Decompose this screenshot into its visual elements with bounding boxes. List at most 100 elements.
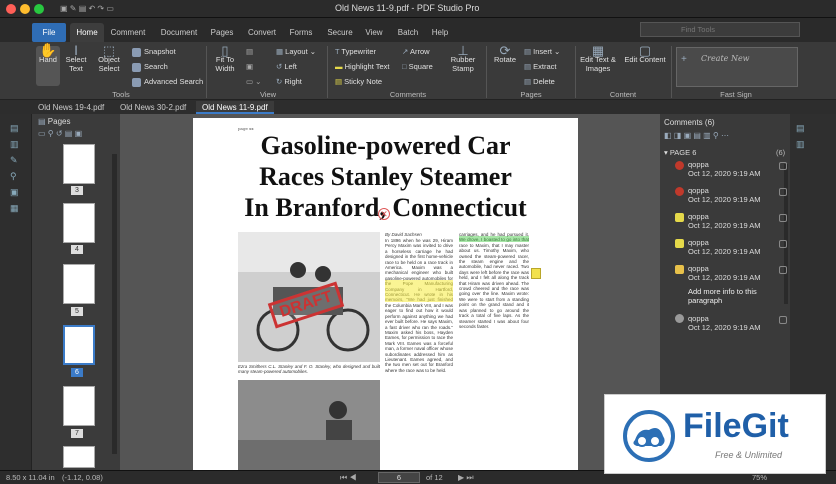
tab-document[interactable]: Document [156, 23, 202, 42]
tab-comment[interactable]: Comment [108, 23, 148, 42]
page-thumbnail[interactable] [63, 203, 95, 243]
close-window-button[interactable] [6, 4, 16, 14]
page-icon-small[interactable]: ▤ [246, 47, 253, 56]
page-nav-buttons-next[interactable]: ▶ ⏭ [458, 473, 474, 483]
comment-checkbox[interactable] [779, 316, 787, 324]
minimize-window-button[interactable] [20, 4, 30, 14]
square-button[interactable]: □ Square [402, 62, 433, 71]
car-photo: DRAFT [238, 232, 380, 362]
quick-access-toolbar[interactable]: ▣ ✎ ▤ ↶ ↷ ▭ [60, 4, 114, 13]
pages-scrollbar[interactable] [112, 154, 117, 454]
page-thumbnail[interactable] [63, 386, 95, 426]
tab-forms[interactable]: Forms [284, 23, 318, 42]
fit-to-width-button[interactable]: ▯ Fit To Width [212, 44, 238, 73]
comment-date: Oct 12, 2020 9:19 AM [688, 273, 761, 282]
cross-mark-annotation[interactable]: ✕ [378, 208, 390, 220]
arrow-button[interactable]: ↗ Arrow [402, 47, 430, 56]
snapshot-button[interactable]: Snapshot [132, 47, 176, 57]
rotate-button[interactable]: ⟳ Rotate [490, 43, 520, 64]
sticky-note-icon[interactable] [531, 268, 541, 279]
page-thumbnail[interactable] [63, 264, 95, 304]
comment-checkbox[interactable] [779, 162, 787, 170]
delete-button[interactable]: ▤ Delete [524, 77, 555, 86]
filegit-watermark: FileGit Free & Unlimited [604, 394, 826, 474]
select-text-button[interactable]: Ⅰ Select Text [62, 44, 90, 73]
window-title: Old News 11-9.pdf - PDF Studio Pro [335, 3, 480, 13]
hand-tool-button[interactable]: ✋ Hand [36, 43, 60, 86]
typewriter-label: Typewriter [341, 47, 376, 56]
page-number: 7 [71, 429, 83, 438]
comment-item[interactable]: qoppa Oct 12, 2020 9:19 AM [688, 212, 761, 230]
tab-convert[interactable]: Convert [242, 23, 282, 42]
green-highlight-annotation[interactable] [459, 236, 529, 242]
zoom-icon-small[interactable]: ▣ [246, 62, 253, 71]
page-size: 8.50 x 11.04 in [6, 473, 55, 482]
zoom-menu[interactable]: ▭ ⌄ [246, 77, 261, 86]
comments-group-label: Comments [389, 90, 427, 99]
page-thumbnail[interactable] [63, 144, 95, 184]
comment-checkbox[interactable] [779, 240, 787, 248]
comment-item[interactable]: qoppa Oct 12, 2020 9:19 AM [688, 314, 761, 332]
side-icons[interactable]: ▤ ▥ ✎ ⚲ ▣ ▦ [10, 120, 19, 216]
sticky-note-button[interactable]: ▤ Sticky Note [335, 77, 382, 86]
comment-checkbox[interactable] [779, 188, 787, 196]
comment-icon-cross [675, 187, 684, 196]
highlight-text-button[interactable]: ▬ Highlight Text [335, 62, 389, 71]
extract-button[interactable]: ▤ Extract [524, 62, 557, 71]
page-thumbnail-selected[interactable] [63, 325, 95, 365]
comment-checkbox[interactable] [779, 214, 787, 222]
tab-secure[interactable]: Secure [322, 23, 358, 42]
ribbon-tab-bar: File Home Comment Document Pages Convert… [0, 18, 836, 42]
comment-checkbox[interactable] [779, 266, 787, 274]
comments-toolbar[interactable]: ◧ ◨ ▣ ▤ ▥ ⚲ ⋯ [664, 131, 729, 140]
tab-home[interactable]: Home [70, 23, 104, 42]
edit-text-images-button[interactable]: ▦ Edit Text & Images [580, 43, 616, 73]
tab-file[interactable]: File [32, 23, 66, 42]
find-tools-input[interactable] [640, 22, 800, 37]
rotate-page-icon: ⟳ [499, 43, 511, 58]
tab-pages[interactable]: Pages [206, 23, 238, 42]
tab-view[interactable]: View [360, 23, 388, 42]
doc-tab[interactable]: Old News 30-2.pdf [114, 101, 192, 114]
comment-item[interactable]: qoppa Oct 12, 2020 9:19 AM Add more info t… [688, 264, 776, 305]
advanced-search-button[interactable]: Advanced Search [132, 77, 203, 87]
comment-item[interactable]: qoppa Oct 12, 2020 9:19 AM [688, 238, 761, 256]
edit-text-icon: ▦ [591, 43, 605, 58]
pdf-page[interactable]: page xx Gasoline-powered Car Races Stanl… [193, 118, 578, 470]
edit-content-button[interactable]: ▢ Edit Content [622, 44, 668, 64]
zoom-level[interactable]: 75% [752, 473, 767, 482]
comment-author: qoppa [688, 160, 709, 169]
rotate-left-button[interactable]: ↺ Left [276, 62, 297, 71]
comment-icon-sticky-note [675, 265, 684, 274]
rotate-right-button[interactable]: ↻ Right [276, 77, 302, 86]
insert-button[interactable]: ▤ Insert ⌄ [524, 47, 560, 56]
page-thumbnail[interactable] [63, 446, 95, 468]
tab-batch[interactable]: Batch [392, 23, 424, 42]
hand-label: Hand [39, 55, 57, 64]
object-select-label: Object Select [98, 55, 120, 73]
page-nav-buttons[interactable]: ⏮ ◀ [340, 473, 357, 483]
doc-tab-active[interactable]: Old News 11-9.pdf [196, 101, 274, 114]
zoom-window-button[interactable] [34, 4, 44, 14]
right-strip-icons[interactable]: ▤ ▥ [796, 120, 805, 152]
object-select-button[interactable]: ⬚ Object Select [94, 44, 124, 73]
page-group-header[interactable]: ▾ PAGE 6 [664, 148, 696, 157]
highlight-annotation[interactable] [385, 280, 453, 302]
insert-icon: ▤ [524, 47, 534, 56]
comment-item[interactable]: qoppa Oct 12, 2020 9:19 AM [688, 160, 761, 178]
tab-help[interactable]: Help [426, 23, 454, 42]
search-label: Search [144, 62, 168, 71]
search-button[interactable]: Search [132, 62, 168, 72]
typewriter-button[interactable]: T Typewriter [335, 47, 376, 56]
comments-scrollbar[interactable] [784, 164, 788, 304]
pages-toolbar[interactable]: ▭ ⚲ ↺ ▤ ▣ [38, 129, 82, 138]
rubber-stamp-button[interactable]: ⊥ Rubber Stamp [444, 44, 482, 73]
comment-item[interactable]: qoppa Oct 12, 2020 9:19 AM [688, 186, 761, 204]
signature-box[interactable]: + Create New [676, 47, 798, 87]
comment-icon-highlight [675, 239, 684, 248]
layout-menu[interactable]: ▦ Layout ⌄ [276, 47, 316, 56]
doc-tab[interactable]: Old News 19-4.pdf [32, 101, 110, 114]
comment-date: Oct 12, 2020 9:19 AM [688, 323, 761, 332]
title-bar: ▣ ✎ ▤ ↶ ↷ ▭ Old News 11-9.pdf - PDF Stud… [0, 0, 836, 18]
page-number-input[interactable] [378, 472, 420, 483]
